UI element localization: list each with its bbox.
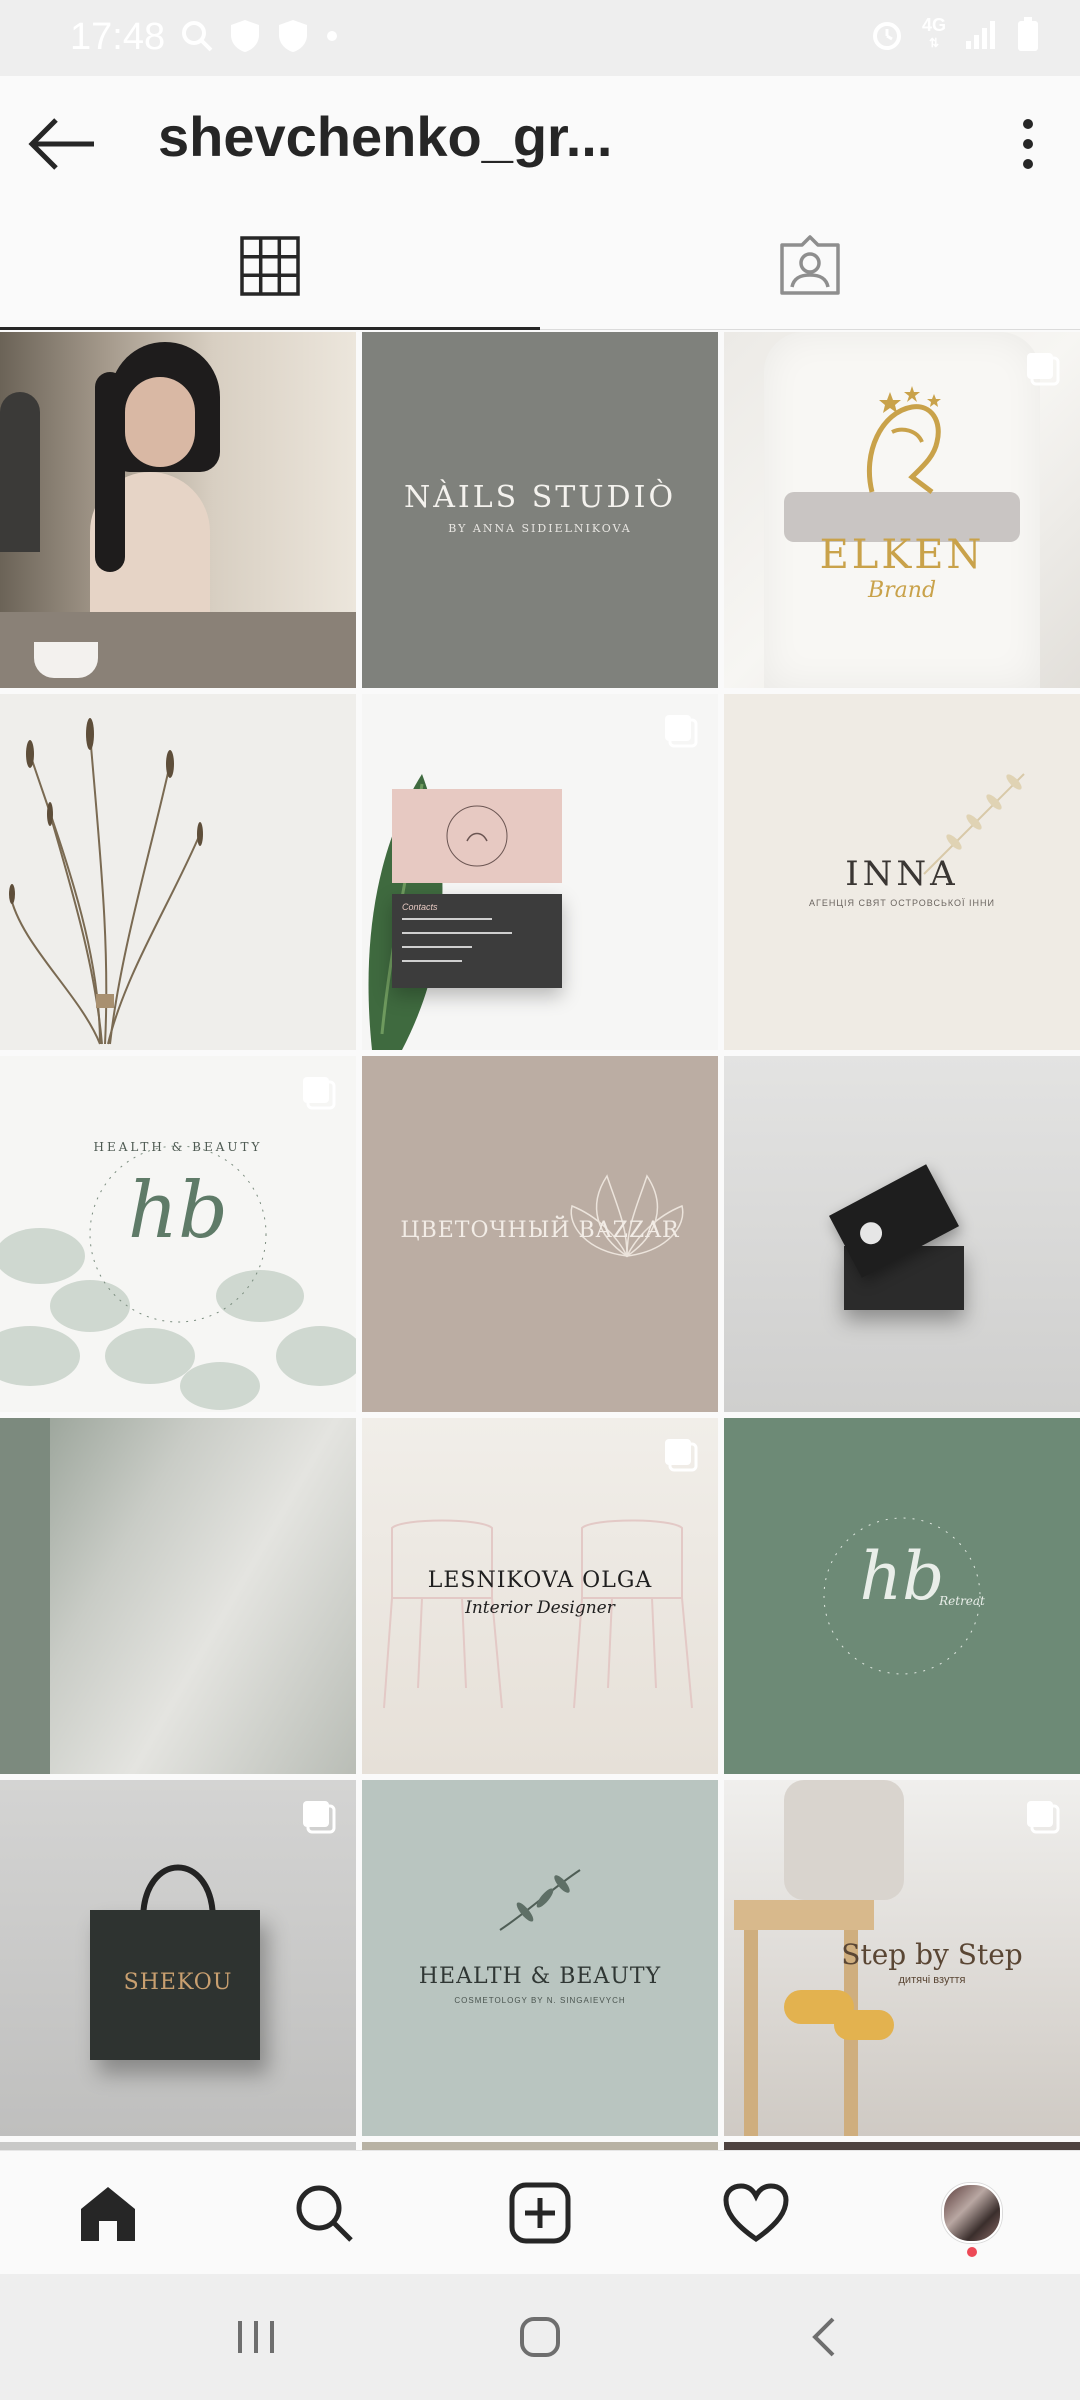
shield-icon	[231, 20, 259, 52]
active-tab-indicator	[0, 327, 540, 330]
post-tile[interactable]: hb HEALTH & BEAUTY	[0, 1056, 356, 1412]
post-tile[interactable]: ЦВЕТОЧНЫЙ BAZZAR	[362, 1056, 718, 1412]
nav-new-post[interactable]	[432, 2151, 648, 2275]
profile-tabs	[0, 202, 1080, 330]
recents-icon	[238, 2321, 274, 2353]
post-tile[interactable]	[0, 694, 356, 1050]
chevron-left-icon	[812, 2317, 835, 2357]
avatar-icon	[942, 2183, 1002, 2243]
carousel-icon	[665, 715, 698, 748]
bag-handle-icon	[140, 1864, 216, 1920]
notification-dot	[967, 2247, 977, 2257]
system-back-button[interactable]	[644, 2274, 1004, 2400]
nav-activity[interactable]	[648, 2151, 864, 2275]
post-subtitle: Brand	[867, 578, 937, 603]
post-subtitle: АГЕНЦІЯ СВЯТ ОСТРОВСЬКОЇ ІННИ	[809, 898, 995, 908]
pink-business-card	[392, 789, 562, 883]
post-subtitle: Interior Designer	[465, 1598, 615, 1618]
dried-flowers-art	[9, 718, 203, 1045]
posts-grid: NÀILS STUDIÒ BY ANNA SIDIELNIKOVA ELKEN …	[0, 332, 1080, 2150]
battery-icon	[1018, 17, 1038, 51]
carousel-icon	[1027, 353, 1060, 386]
dot-icon	[327, 31, 337, 41]
lotus-line-icon	[570, 1174, 684, 1258]
home-circle-icon	[520, 2317, 560, 2357]
post-tile[interactable]	[0, 1418, 356, 1774]
search-icon	[182, 21, 213, 52]
post-tile[interactable]: SHEKOU	[0, 1780, 356, 2136]
nav-profile[interactable]	[864, 2151, 1080, 2275]
bottom-nav	[0, 2150, 1080, 2275]
4g-icon: 4G ⇅	[921, 15, 946, 50]
post-tile[interactable]: NÀILS STUDIÒ BY ANNA SIDIELNIKOVA	[362, 332, 718, 688]
post-subtitle: дитячі взуття	[898, 1974, 966, 1986]
page-title: shevchenko_gr...	[158, 105, 613, 168]
post-title: ELKEN	[819, 532, 985, 578]
nav-search[interactable]	[216, 2151, 432, 2275]
carousel-icon	[1027, 1801, 1060, 1834]
status-icons-right: 4G ⇅	[870, 16, 1040, 52]
tab-tagged[interactable]	[540, 202, 1080, 330]
carousel-icon	[665, 1439, 698, 1472]
post-tile[interactable]: INNA АГЕНЦІЯ СВЯТ ОСТРОВСЬКОЇ ІННИ	[724, 694, 1080, 1050]
status-icons-left	[180, 18, 340, 54]
portrait-photo	[0, 332, 356, 688]
post-tile[interactable]: HEALTH & BEAUTY COSMETOLOGY BY N. SINGAI…	[362, 1780, 718, 2136]
post-title: Step by Step	[841, 1938, 1023, 1971]
post-title: ЦВЕТОЧНЫЙ BAZZAR	[400, 1218, 680, 1243]
tagged-person-icon	[780, 235, 840, 295]
shadow-photo	[0, 1418, 50, 1774]
profile-header: shevchenko_gr...	[0, 76, 1080, 202]
post-subtitle: COSMETOLOGY BY N. SINGAIEVYCH	[454, 1996, 626, 2005]
leaf-art	[368, 774, 443, 1050]
more-vertical-icon	[1023, 119, 1033, 169]
post-title: HEALTH & BEAUTY	[418, 1964, 662, 1989]
shield-icon	[279, 20, 307, 52]
search-icon	[296, 2185, 353, 2242]
post-title: LESNIKOVA OLGA	[427, 1568, 653, 1593]
post-tile[interactable]	[724, 2142, 1080, 2150]
status-time: 17:48	[70, 16, 166, 58]
post-tile[interactable]: Contacts	[362, 694, 718, 1050]
lion-logo-icon	[866, 386, 941, 494]
post-title: NÀILS STUDIÒ	[403, 480, 677, 515]
grid-icon	[240, 236, 300, 296]
heart-icon	[723, 2183, 789, 2243]
signal-icon	[966, 21, 995, 49]
tabs-divider	[540, 329, 1080, 330]
carousel-icon	[303, 1077, 336, 1110]
card-contacts-label: Contacts	[402, 902, 438, 912]
back-button[interactable]	[22, 104, 102, 184]
post-tile[interactable]	[0, 2142, 356, 2150]
status-bar: 17:48 4G ⇅	[0, 0, 1080, 76]
post-subtitle: Retreat	[939, 1594, 985, 1608]
flower-logo-icon	[446, 805, 508, 867]
arrow-left-icon	[28, 118, 94, 170]
nav-home[interactable]	[0, 2151, 216, 2275]
post-title: hb	[127, 1166, 229, 1256]
olive-branch-icon	[499, 1869, 581, 1931]
home-icon	[81, 2187, 135, 2241]
dark-business-card: Contacts	[392, 894, 562, 988]
post-subtitle: BY ANNA SIDIELNIKOVA	[448, 522, 632, 535]
post-tile[interactable]	[362, 2142, 718, 2150]
post-tile[interactable]	[724, 1056, 1080, 1412]
more-options-button[interactable]	[998, 104, 1058, 184]
plus-square-icon	[509, 2182, 571, 2244]
post-tile[interactable]	[0, 332, 356, 688]
post-tile[interactable]: hb Retreat	[724, 1418, 1080, 1774]
post-title: INNA	[845, 854, 959, 894]
tab-grid[interactable]	[0, 202, 540, 330]
post-title: SHEKOU	[123, 1970, 233, 1995]
post-subtitle: HEALTH & BEAUTY	[93, 1140, 263, 1154]
post-tile[interactable]: ELKEN Brand	[724, 332, 1080, 688]
system-nav-bar	[0, 2274, 1080, 2400]
alarm-icon	[872, 22, 901, 50]
post-tile[interactable]: LESNIKOVA OLGA Interior Designer	[362, 1418, 718, 1774]
post-tile[interactable]: Step by Step дитячі взуття	[724, 1780, 1080, 2136]
network-label: 4G	[921, 15, 946, 35]
carousel-icon	[303, 1801, 336, 1834]
